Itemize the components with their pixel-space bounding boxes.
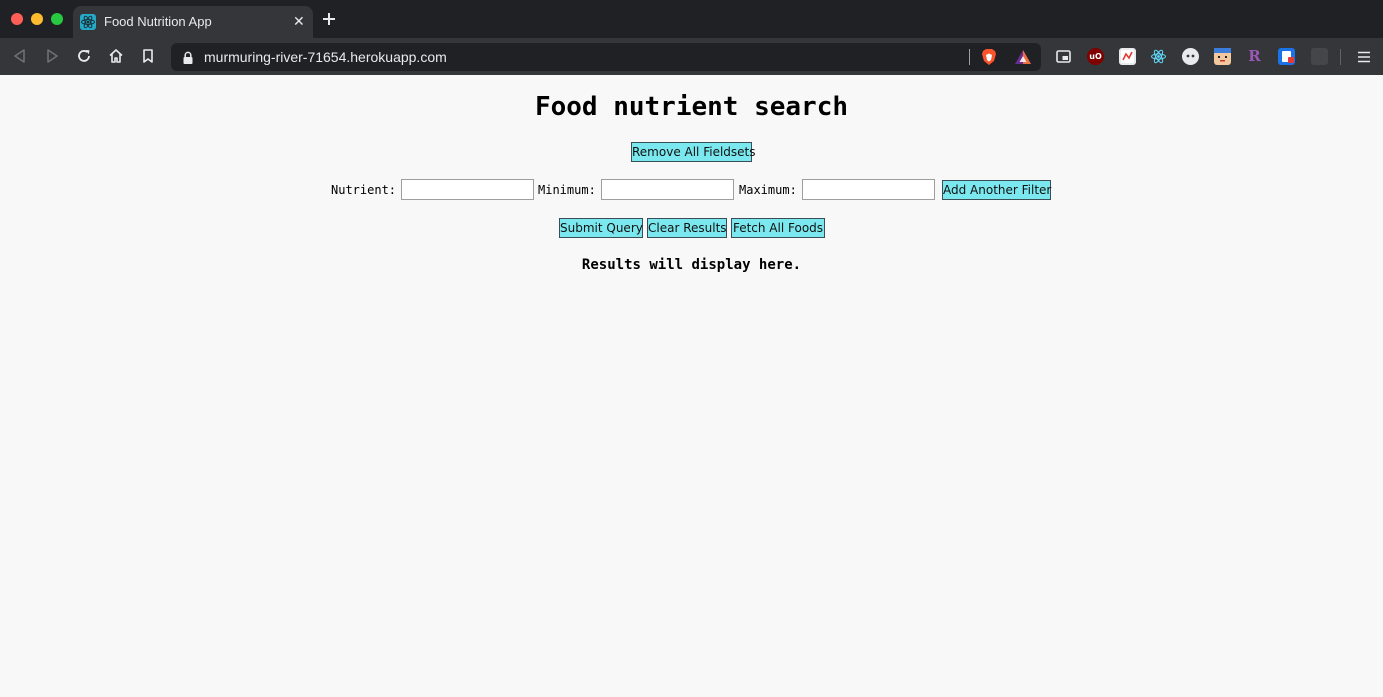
tab-strip: Food Nutrition App ✕ [0, 0, 1383, 38]
bookmark-icon[interactable] [139, 47, 157, 65]
minimum-input[interactable] [601, 179, 734, 200]
home-icon[interactable] [107, 47, 125, 65]
results-placeholder: Results will display here. [581, 257, 802, 273]
forward-icon[interactable] [43, 47, 61, 65]
add-another-filter-button[interactable]: Add Another Filter [942, 180, 1051, 200]
r-extension-icon[interactable]: R [1246, 48, 1263, 65]
active-tab[interactable]: Food Nutrition App ✕ [73, 6, 313, 38]
inactive-extension-icon[interactable] [1311, 48, 1328, 65]
maximum-label: Maximum: [739, 183, 797, 197]
nutrient-input[interactable] [401, 179, 534, 200]
address-bar-divider [969, 49, 970, 65]
minimize-window-button[interactable] [31, 13, 43, 25]
minimum-label: Minimum: [538, 183, 596, 197]
close-window-button[interactable] [11, 13, 23, 25]
maximum-input[interactable] [802, 179, 935, 200]
page-title: Food nutrient search [534, 92, 849, 122]
nutrient-label: Nutrient: [331, 183, 397, 197]
fetch-all-foods-button[interactable]: Fetch All Foods [731, 218, 825, 238]
menu-icon[interactable] [1357, 49, 1371, 63]
page-content: Food nutrient search Remove All Fieldset… [0, 75, 1383, 697]
pdf-tool-icon[interactable] [1119, 48, 1136, 65]
character-avatar-icon[interactable] [1214, 48, 1231, 65]
address-bar[interactable]: murmuring-river-71654.herokuapp.com [171, 43, 1041, 71]
brave-shields-icon[interactable] [981, 48, 997, 66]
remove-all-fieldsets-button[interactable]: Remove All Fieldsets [631, 142, 756, 162]
clear-results-button[interactable]: Clear Results [647, 218, 727, 238]
zoom-window-button[interactable] [51, 13, 63, 25]
lock-icon[interactable] [182, 50, 194, 64]
new-tab-icon[interactable] [321, 11, 337, 27]
picture-in-picture-icon[interactable] [1055, 48, 1072, 65]
ublock-origin-icon[interactable]: uO [1087, 48, 1104, 65]
reload-icon[interactable] [75, 47, 93, 65]
back-icon[interactable] [11, 47, 29, 65]
tab-title: Food Nutrition App [104, 14, 212, 29]
browser-toolbar: murmuring-river-71654.herokuapp.com uO R [0, 38, 1383, 75]
extension-divider [1340, 49, 1341, 65]
url-text[interactable]: murmuring-river-71654.herokuapp.com [204, 49, 447, 65]
react-favicon-icon [80, 14, 96, 30]
brave-rewards-icon[interactable] [1014, 49, 1032, 65]
close-tab-icon[interactable]: ✕ [293, 13, 305, 31]
react-devtools-icon[interactable] [1150, 48, 1167, 65]
dark-reader-icon[interactable] [1182, 48, 1199, 65]
clipboard-extension-icon[interactable] [1278, 48, 1295, 65]
submit-query-button[interactable]: Submit Query [559, 218, 643, 238]
